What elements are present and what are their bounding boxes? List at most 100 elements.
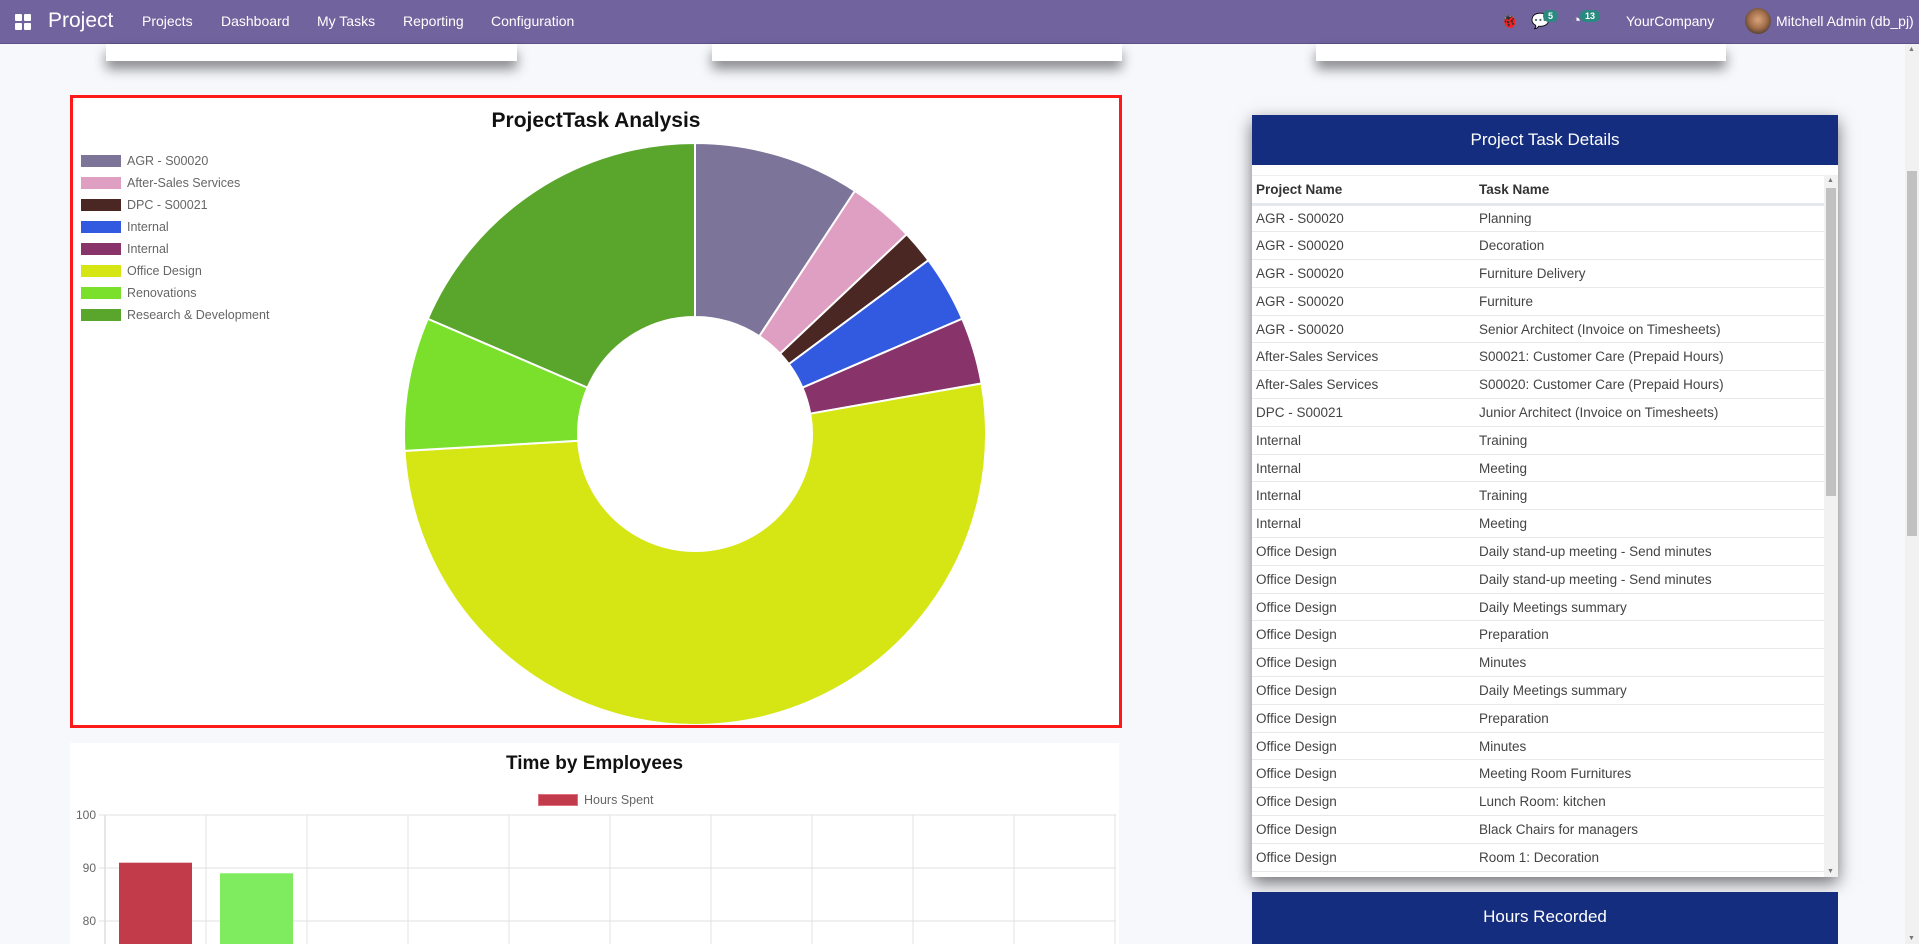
table-row[interactable]: Office Design Daily stand-up meeting - Se… xyxy=(1252,537,1824,566)
table-row[interactable]: AGR - S00020 Planning xyxy=(1252,204,1824,233)
project-name-cell: Internal xyxy=(1252,426,1475,455)
task-name-cell: Daily Meetings summary xyxy=(1475,593,1824,622)
table-row[interactable]: Office Design Room 1: Decoration xyxy=(1252,843,1824,872)
table-row[interactable]: Office Design Preparation xyxy=(1252,620,1824,650)
project-name-cell: After-Sales Services xyxy=(1252,342,1475,372)
project-task-details-card: Project Task Details Project Name Task N… xyxy=(1252,115,1838,877)
task-name-cell: Daily stand-up meeting - Send minutes xyxy=(1475,537,1824,566)
project-name-cell: Office Design xyxy=(1252,759,1475,789)
project-name-cell: Office Design xyxy=(1252,565,1475,594)
project-name-cell: DPC - S00021 xyxy=(1252,398,1475,427)
project-name-cell: Office Design xyxy=(1252,537,1475,566)
scroll-up-arrow-icon[interactable]: ▲ xyxy=(1827,177,1834,184)
messages-badge: 5 xyxy=(1543,10,1559,22)
table-row[interactable]: AGR - S00020 Furniture xyxy=(1252,287,1824,316)
table-row[interactable]: AGR - S00020 Decoration xyxy=(1252,231,1824,261)
project-name-cell: Internal xyxy=(1252,454,1475,483)
table-row[interactable]: DPC - S00021 Junior Architect (Invoice on… xyxy=(1252,398,1824,427)
table-row[interactable]: Office Design Preparation xyxy=(1252,704,1824,733)
y-tick-label: 80 xyxy=(83,914,97,928)
menu-configuration[interactable]: Configuration xyxy=(491,13,574,29)
donut-chart xyxy=(403,141,987,725)
column-header-project: Project Name xyxy=(1252,176,1475,206)
app-name: Project xyxy=(48,9,114,32)
table-row[interactable]: Office Design Lunch Room: kitchen xyxy=(1252,787,1824,817)
table-row[interactable]: Office Design Minutes xyxy=(1252,648,1824,678)
bar-chart: 100 90 80 xyxy=(76,808,1116,944)
table-scrollbar[interactable]: ▲ ▼ xyxy=(1824,175,1838,877)
project-task-analysis-chart: ProjectTask Analysis AGR - S00020 After-S… xyxy=(70,95,1122,728)
project-name-cell: Office Design xyxy=(1252,843,1475,872)
task-name-cell: Minutes xyxy=(1475,732,1824,761)
bar[interactable] xyxy=(220,873,293,944)
page-scrollbar[interactable]: ▲ ▼ xyxy=(1905,44,1919,944)
task-name-cell: S00021: Customer Care (Prepaid Hours) xyxy=(1475,342,1824,372)
project-name-cell: Office Design xyxy=(1252,815,1475,844)
project-name-cell: AGR - S00020 xyxy=(1252,231,1475,261)
table-row[interactable]: Office Design Daily Meetings summary xyxy=(1252,593,1824,622)
task-name-cell: Meeting xyxy=(1475,454,1824,483)
task-name-cell: Daily stand-up meeting - Send minutes xyxy=(1475,565,1824,594)
scrollbar-thumb[interactable] xyxy=(1907,171,1917,536)
menu-my-tasks[interactable]: My Tasks xyxy=(317,13,375,29)
project-name-cell: Office Design xyxy=(1252,676,1475,705)
task-name-cell: Furniture xyxy=(1475,287,1824,316)
scrollbar-thumb[interactable] xyxy=(1826,188,1836,496)
task-table: Project Name Task Name AGR - S00020 Plann… xyxy=(1252,176,1824,875)
hours-recorded-card-header: Hours Recorded xyxy=(1252,892,1838,944)
menu-dashboard[interactable]: Dashboard xyxy=(221,13,290,29)
table-row[interactable]: Office DesignRoom 2: Decoration xyxy=(1252,871,1824,875)
table-row[interactable]: Office Design Meeting Room Furnitures xyxy=(1252,759,1824,789)
project-name-cell: AGR - S00020 xyxy=(1252,315,1475,344)
menu-reporting[interactable]: Reporting xyxy=(403,13,464,29)
table-row[interactable]: After-Sales Services S00020: Customer Car… xyxy=(1252,370,1824,400)
table-row[interactable]: AGR - S00020 Senior Architect (Invoice on… xyxy=(1252,315,1824,344)
kpi-card xyxy=(712,44,1122,61)
task-name-cell: Furniture Delivery xyxy=(1475,259,1824,288)
kpi-card xyxy=(1316,44,1726,61)
table-row[interactable]: Office Design Daily stand-up meeting - Se… xyxy=(1252,565,1824,594)
table-row[interactable]: Office Design Minutes xyxy=(1252,732,1824,761)
project-name-cell: AGR - S00020 xyxy=(1252,259,1475,288)
table-row[interactable]: After-Sales Services S00021: Customer Car… xyxy=(1252,342,1824,372)
activities-badge: 13 xyxy=(1580,10,1601,22)
apps-menu-icon[interactable] xyxy=(15,14,31,30)
table-row[interactable]: Internal Meeting xyxy=(1252,454,1824,483)
project-name-cell: Office Design xyxy=(1252,648,1475,678)
project-name-cell: Office Design xyxy=(1252,871,1475,875)
task-name-cell: Meeting Room Furnitures xyxy=(1475,759,1824,789)
task-name-cell: Room 1: Decoration xyxy=(1475,843,1824,872)
scroll-down-arrow-icon[interactable]: ▼ xyxy=(1827,868,1834,875)
table-row[interactable]: Office Design Black Chairs for managers xyxy=(1252,815,1824,844)
card-title: Project Task Details xyxy=(1252,115,1838,165)
task-name-cell: Junior Architect (Invoice on Timesheets) xyxy=(1475,398,1824,427)
kpi-card xyxy=(106,44,517,61)
task-name-cell: Lunch Room: kitchen xyxy=(1475,787,1824,817)
time-by-employees-chart: Time by Employees Hours Spent 100 90 80 xyxy=(70,743,1119,944)
table-row[interactable]: Internal Meeting xyxy=(1252,509,1824,539)
bar[interactable] xyxy=(119,862,192,944)
user-avatar[interactable] xyxy=(1745,8,1771,34)
user-menu[interactable]: Mitchell Admin (db_pj) xyxy=(1776,13,1914,29)
task-name-cell: Decoration xyxy=(1475,231,1824,261)
project-name-cell: Internal xyxy=(1252,481,1475,511)
task-name-cell: Black Chairs for managers xyxy=(1475,815,1824,844)
project-name-cell: After-Sales Services xyxy=(1252,370,1475,400)
task-name-cell: Planning xyxy=(1475,204,1824,233)
project-name-cell: Office Design xyxy=(1252,593,1475,622)
column-header-task: Task Name xyxy=(1475,176,1824,206)
scroll-down-arrow-icon[interactable]: ▼ xyxy=(1908,935,1915,942)
task-name-cell: Senior Architect (Invoice on Timesheets) xyxy=(1475,315,1824,344)
table-row[interactable]: Office Design Daily Meetings summary xyxy=(1252,676,1824,705)
debug-bug-icon[interactable]: 🐞 xyxy=(1500,12,1519,30)
table-row[interactable]: Internal Training xyxy=(1252,426,1824,455)
scroll-up-arrow-icon[interactable]: ▲ xyxy=(1908,46,1915,53)
project-name-cell: AGR - S00020 xyxy=(1252,287,1475,316)
task-table-scroll[interactable]: Project Name Task Name AGR - S00020 Plann… xyxy=(1252,175,1824,875)
table-row[interactable]: Internal Training xyxy=(1252,481,1824,511)
project-name-cell: Office Design xyxy=(1252,732,1475,761)
task-name-cell: Training xyxy=(1475,426,1824,455)
table-row[interactable]: AGR - S00020 Furniture Delivery xyxy=(1252,259,1824,288)
company-switcher[interactable]: YourCompany xyxy=(1626,13,1714,29)
menu-projects[interactable]: Projects xyxy=(142,13,193,29)
